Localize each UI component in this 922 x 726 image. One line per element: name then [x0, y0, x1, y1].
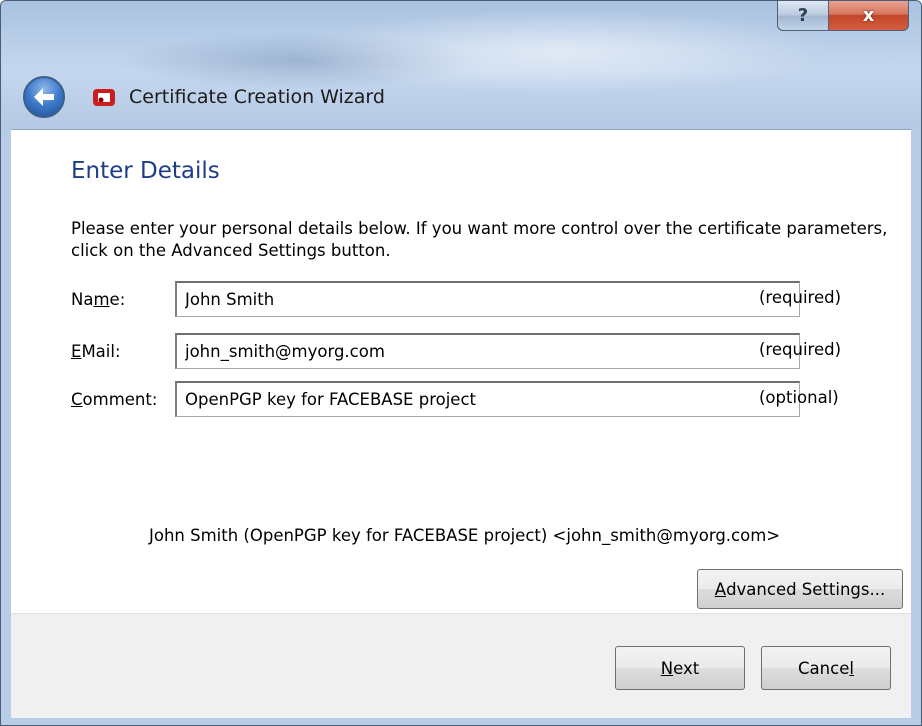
wizard-footer: Next Cance l: [11, 613, 911, 718]
wizard-nav: Certificate Creation Wizard: [23, 75, 385, 119]
comment-optional-note: (optional): [759, 388, 839, 407]
email-input[interactable]: [175, 333, 800, 369]
email-required-note: (required): [759, 340, 842, 359]
cancel-mnemonic: l: [849, 658, 854, 678]
help-button[interactable]: ?: [777, 1, 829, 31]
comment-input[interactable]: [175, 381, 800, 417]
page-heading: Enter Details: [71, 158, 220, 184]
back-arrow-icon: [34, 88, 54, 106]
certificate-app-icon: [93, 89, 115, 106]
close-button[interactable]: x: [829, 1, 909, 31]
cancel-label: Cance: [798, 658, 850, 678]
window-title: Certificate Creation Wizard: [129, 86, 385, 108]
email-label: EMail:: [71, 341, 121, 361]
cancel-button[interactable]: Cance l: [761, 646, 891, 690]
back-button[interactable]: [23, 76, 65, 118]
comment-row: Comment:: [71, 379, 800, 419]
advanced-settings-mnemonic: A: [714, 579, 727, 599]
name-label: Name:: [71, 289, 126, 309]
next-mnemonic: N: [660, 658, 674, 678]
next-label: ext: [673, 658, 700, 678]
name-required-note: (required): [759, 288, 842, 307]
wizard-window: ? x Certificate Creation Wizard Enter De…: [0, 0, 922, 726]
comment-label: Comment:: [71, 389, 158, 409]
wizard-content: Enter Details Please enter your personal…: [11, 129, 911, 614]
intro-text: Please enter your personal details below…: [71, 219, 888, 260]
name-input[interactable]: [175, 281, 800, 317]
next-button[interactable]: Next: [615, 646, 745, 690]
email-row: EMail:: [71, 331, 800, 371]
name-row: Name:: [71, 279, 800, 319]
user-id-summary: John Smith (OpenPGP key for FACEBASE pro…: [149, 526, 781, 545]
advanced-settings-button[interactable]: Advanced Settings...: [697, 569, 903, 609]
advanced-settings-label: dvanced Settings...: [726, 579, 886, 599]
caption-buttons: ? x: [777, 1, 909, 35]
